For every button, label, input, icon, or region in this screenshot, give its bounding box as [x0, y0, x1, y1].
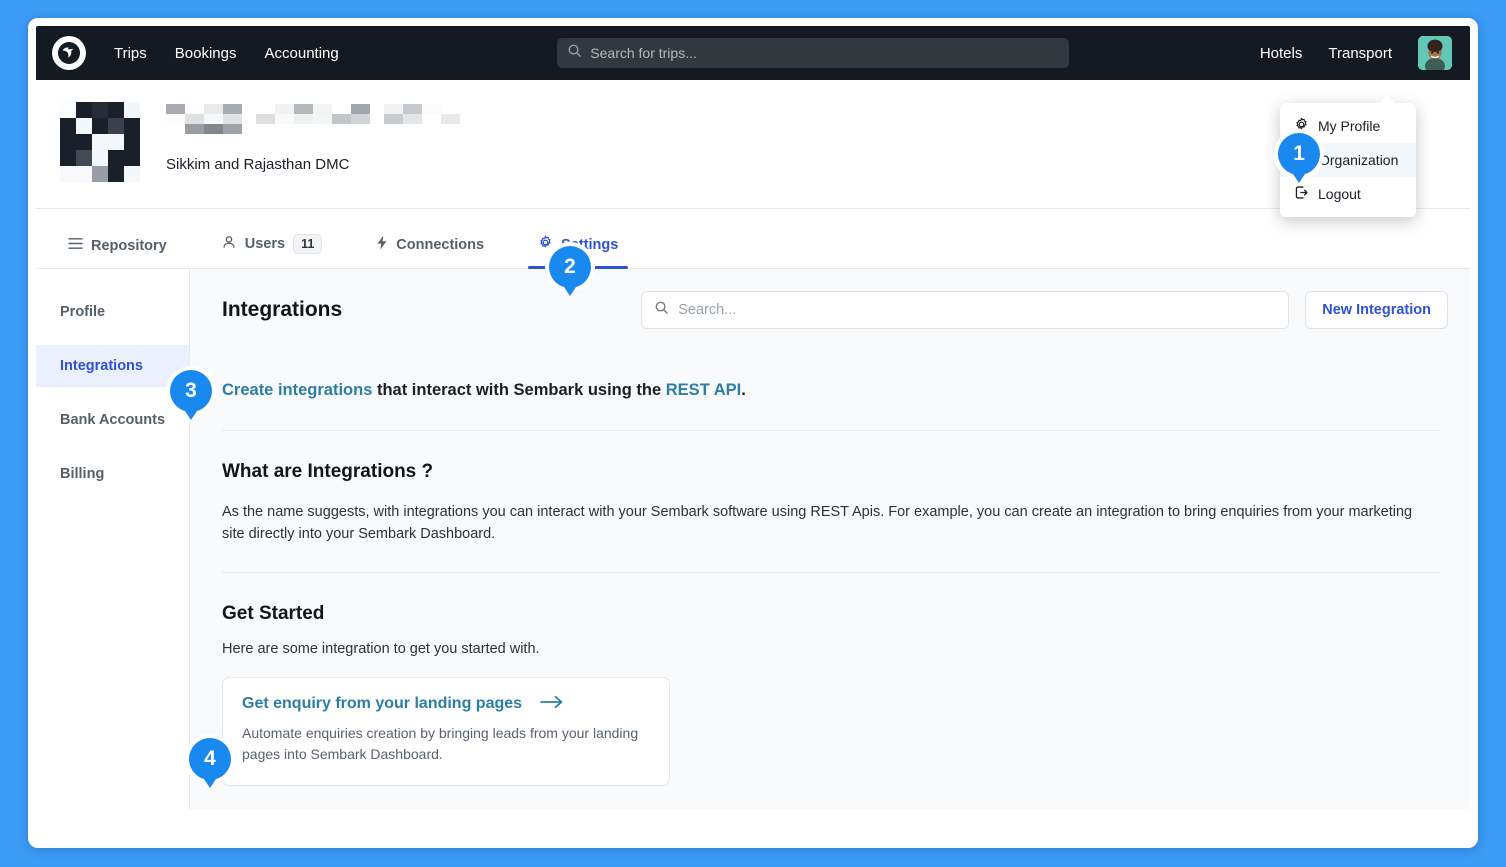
page-title: Integrations	[222, 298, 343, 321]
global-search-input[interactable]: Search for trips...	[557, 38, 1070, 68]
sidebar-item-billing[interactable]: Billing	[36, 453, 189, 495]
rest-api-link[interactable]: REST API	[666, 381, 741, 399]
step-marker-4: 4	[189, 738, 231, 788]
lead-mid-text: that interact with Sembark using the	[372, 381, 666, 399]
tab-repository[interactable]: Repository	[62, 237, 173, 268]
integrations-header: Integrations Search... New Integration	[190, 269, 1470, 351]
step-marker-2: 2	[549, 246, 591, 296]
what-are-integrations-body: As the name suggests, with integrations …	[222, 504, 1413, 543]
integration-card-title: Get enquiry from your landing pages	[242, 695, 523, 713]
menu-item-organization-label: Organization	[1319, 152, 1399, 168]
redacted-word	[384, 104, 460, 134]
integration-card[interactable]: Get enquiry from your landing pages Auto…	[222, 676, 670, 786]
what-are-integrations-section: What are Integrations ? As the name sugg…	[190, 431, 1470, 572]
integrations-search-input[interactable]: Search...	[641, 291, 1290, 329]
integrations-search-placeholder: Search...	[678, 302, 737, 318]
redacted-word	[256, 104, 370, 134]
nav-item-trips[interactable]: Trips	[114, 45, 147, 62]
gear-icon	[538, 235, 553, 254]
lead-text: Create integrations that interact with S…	[222, 351, 1440, 430]
users-icon	[221, 235, 237, 253]
arrow-right-icon	[540, 695, 564, 714]
tab-users-label: Users	[244, 236, 286, 252]
integration-card-description: Automate enquiries creation by bringing …	[242, 724, 639, 762]
create-integrations-link[interactable]: Create integrations	[222, 381, 372, 399]
sembark-logo-icon[interactable]	[52, 36, 86, 70]
organization-tabs: Repository Users 11 Connections Settings	[36, 209, 1470, 269]
tab-repository-label: Repository	[91, 237, 167, 254]
integration-card-title-row[interactable]: Get enquiry from your landing pages	[242, 695, 649, 714]
global-search-placeholder: Search for trips...	[590, 45, 697, 61]
organization-text-block: Sikkim and Rajasthan DMC	[166, 102, 460, 173]
get-started-heading: Get Started	[222, 602, 325, 624]
redacted-word	[166, 104, 242, 134]
nav-item-transport[interactable]: Transport	[1328, 45, 1392, 62]
sidebar-item-bank-accounts[interactable]: Bank Accounts	[36, 399, 189, 441]
settings-sidebar: Profile Integrations Bank Accounts Billi…	[36, 269, 190, 809]
users-count-badge: 11	[293, 234, 323, 254]
lead-section: Create integrations that interact with S…	[190, 351, 1470, 430]
sidebar-item-profile[interactable]: Profile	[36, 291, 189, 333]
avatar[interactable]	[1418, 36, 1453, 70]
tab-connections-label: Connections	[396, 236, 485, 253]
list-icon	[68, 237, 83, 254]
nav-item-bookings[interactable]: Bookings	[175, 45, 237, 62]
top-nav-right-links: Hotels Transport	[1260, 36, 1453, 70]
app-window: Trips Bookings Accounting Search for tri…	[28, 18, 1478, 848]
sidebar-item-integrations[interactable]: Integrations	[36, 345, 189, 387]
search-icon	[654, 300, 669, 320]
menu-item-logout-label: Logout	[1318, 186, 1361, 202]
app-window-inner: Trips Bookings Accounting Search for tri…	[36, 26, 1470, 840]
settings-body: Profile Integrations Bank Accounts Billi…	[36, 269, 1470, 809]
top-navigation-bar: Trips Bookings Accounting Search for tri…	[36, 26, 1470, 80]
step-marker-1: 1	[1278, 133, 1320, 183]
nav-item-accounting[interactable]: Accounting	[265, 45, 339, 62]
organization-subtitle: Sikkim and Rajasthan DMC	[166, 156, 350, 173]
lead-end-text: .	[741, 381, 746, 399]
tab-connections[interactable]: Connections	[370, 235, 490, 268]
get-started-section: Get Started Here are some integration to…	[190, 573, 1470, 786]
bolt-icon	[376, 235, 388, 254]
organization-logo	[60, 102, 140, 182]
tab-users[interactable]: Users 11	[215, 234, 329, 268]
what-are-integrations-heading: What are Integrations ?	[222, 461, 434, 482]
logout-icon	[1294, 185, 1309, 203]
menu-item-my-profile-label: My Profile	[1318, 118, 1381, 134]
organization-header: Sikkim and Rajasthan DMC	[36, 80, 1470, 209]
organization-name-redacted	[166, 104, 460, 134]
settings-content: Integrations Search... New Integration C…	[190, 269, 1470, 809]
step-marker-3: 3	[170, 370, 212, 420]
new-integration-button[interactable]: New Integration	[1305, 291, 1448, 329]
get-started-subtitle: Here are some integration to get you sta…	[222, 640, 540, 657]
search-icon	[567, 43, 582, 63]
nav-item-hotels[interactable]: Hotels	[1260, 45, 1303, 62]
